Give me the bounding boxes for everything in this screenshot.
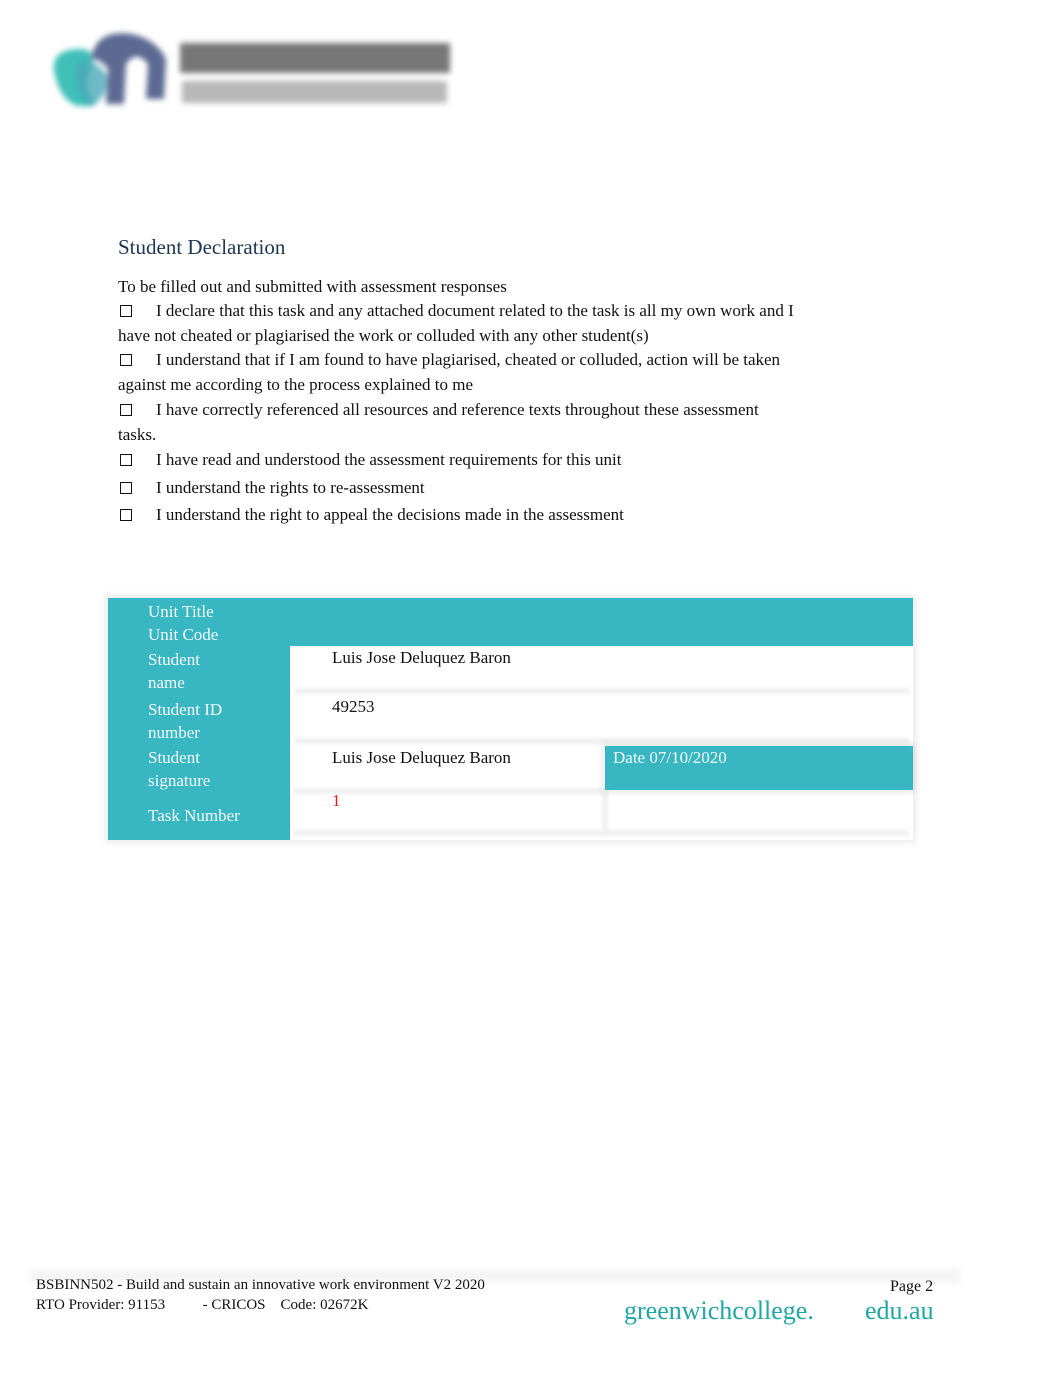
student-id-value[interactable]: 49253 <box>332 695 375 718</box>
student-name-value[interactable]: Luis Jose Deluquez Baron <box>332 646 511 669</box>
page-title: Student Declaration <box>118 235 286 259</box>
declaration-item: I understand that if I am found to have … <box>118 347 818 397</box>
college-logo <box>30 15 450 125</box>
declaration-text: I declare that this task and any attache… <box>118 301 794 345</box>
footer-unit: BSBINN502 - Build and sustain an innovat… <box>36 1277 485 1293</box>
footer-provider: RTO Provider: 91153 - CRICOS Code: 02672… <box>36 1297 369 1313</box>
unit-title-label: Unit Title <box>148 602 214 621</box>
checkbox-empty-icon[interactable] <box>120 509 132 521</box>
task-number-value[interactable]: 1 <box>332 789 341 812</box>
declaration-text: I have correctly referenced all resource… <box>118 400 759 444</box>
checkbox-empty-icon[interactable] <box>120 454 132 466</box>
checkbox-empty-icon[interactable] <box>120 404 132 416</box>
website-link-part1[interactable]: greenwichcollege. <box>624 1296 814 1326</box>
student-details-table: Unit Title Unit Code Student name Studen… <box>108 598 913 840</box>
student-signature-value[interactable]: Luis Jose Deluquez Baron <box>332 746 511 769</box>
checkbox-empty-icon[interactable] <box>120 305 132 317</box>
date-value[interactable]: Date 07/10/2020 <box>613 746 727 769</box>
student-name-label: Student name <box>148 650 200 692</box>
declaration-text: I understand that if I am found to have … <box>118 350 781 394</box>
website-link-part2[interactable]: edu.au <box>865 1296 934 1326</box>
declaration-item: I declare that this task and any attache… <box>118 298 818 348</box>
declaration-text: I understand the rights to re-assessment <box>156 478 425 497</box>
declaration-item: I have read and understood the assessmen… <box>118 447 818 472</box>
declaration-text: I understand the right to appeal the dec… <box>156 505 624 524</box>
student-id-label: Student ID number <box>148 700 223 742</box>
declaration-text: I have read and understood the assessmen… <box>156 450 622 469</box>
logo-subtitle <box>182 81 447 103</box>
checkbox-empty-icon[interactable] <box>120 482 132 494</box>
declaration-intro: To be filled out and submitted with asse… <box>118 277 507 296</box>
checkbox-empty-icon[interactable] <box>120 354 132 366</box>
unit-header-band <box>108 598 913 646</box>
declaration-item: I have correctly referenced all resource… <box>118 397 798 447</box>
declaration-item: I understand the rights to re-assessment <box>118 475 818 500</box>
logo-mark-icon <box>53 33 166 107</box>
student-signature-label: Student signature <box>148 748 211 790</box>
unit-code-label: Unit Code <box>148 625 219 644</box>
logo-wordmark <box>180 43 450 73</box>
declaration-item: I understand the right to appeal the dec… <box>118 502 818 527</box>
page-number: Page 2 <box>890 1278 934 1295</box>
task-number-label: Task Number <box>148 806 240 825</box>
